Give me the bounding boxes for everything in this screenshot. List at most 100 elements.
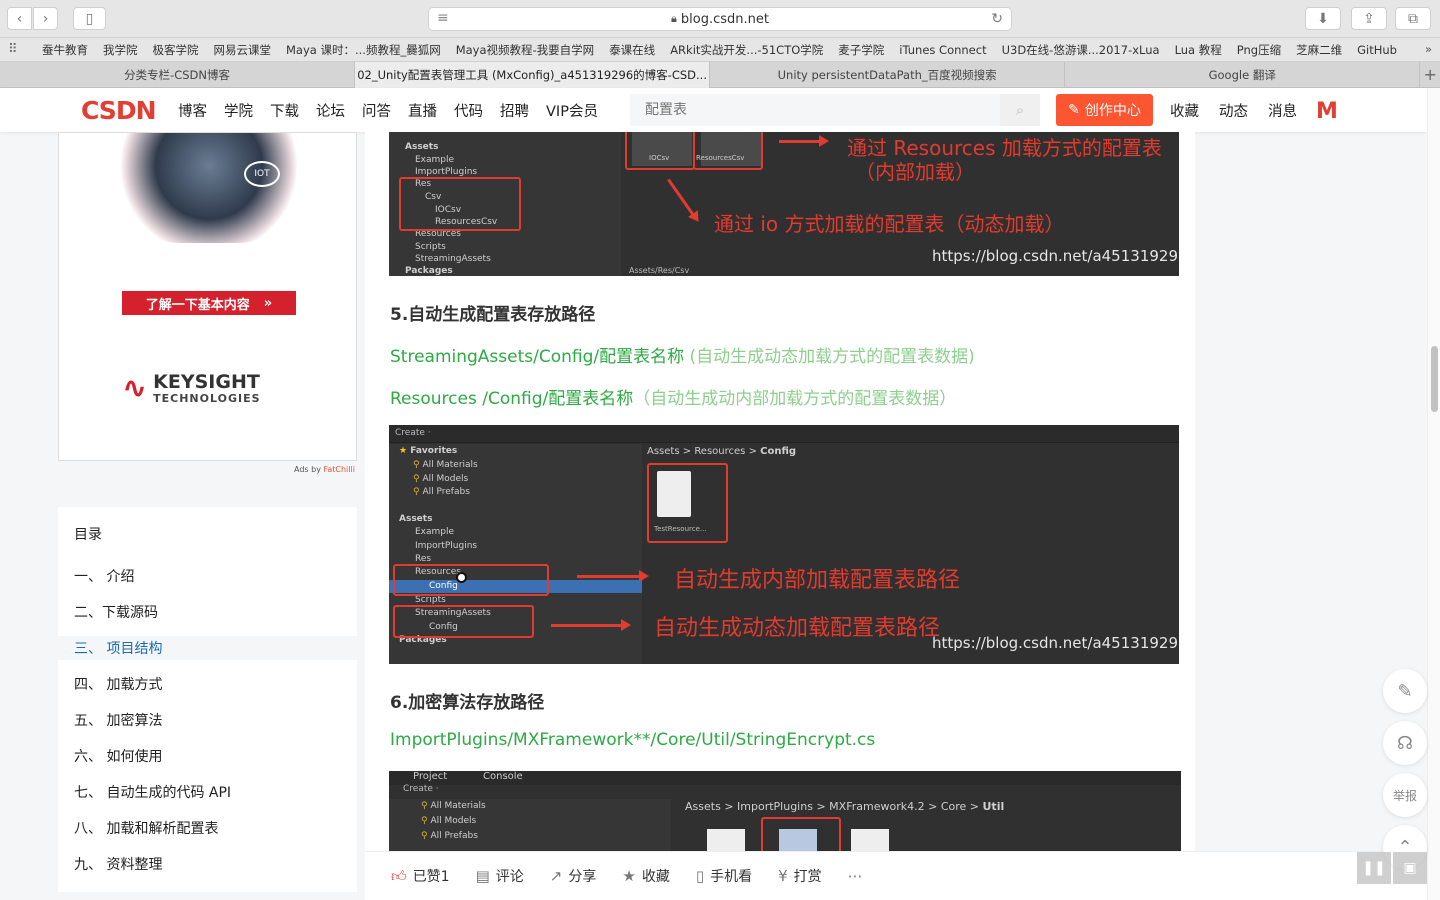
grid-icon[interactable]: ⠿ [8,42,28,57]
annotation-text: （内部加载） [855,160,975,184]
favorite-button[interactable]: ★ 收藏 [622,866,669,886]
main-nav: 博客 学院 下载 论坛 问答 直播 代码 招聘 VIP会员 [178,88,615,132]
toc-item[interactable]: 二、下载源码 [58,600,357,624]
bookmark-item[interactable]: Lua 教程 [1175,42,1222,58]
pip-button[interactable]: ▣ [1393,852,1427,884]
csdn-header: CSDN 博客 学院 下载 论坛 问答 直播 代码 招聘 VIP会员 ⌕ ✎创作… [0,88,1427,132]
nav-item[interactable]: 代码 [454,100,483,121]
ads-vendor[interactable]: FatChilli [323,465,354,474]
unity-toolbar: Create · [389,425,1179,443]
article-image-2[interactable]: Create · ★ Favorites ⚲ All Materials ⚲ A… [389,425,1179,664]
nav-activity[interactable]: 动态 [1219,100,1248,121]
bookmark-item[interactable]: ARkit实战开发...-51CTO学院 [670,42,823,58]
path-text: Resources /Config/配置表名称 [390,389,634,409]
nav-item[interactable]: 直播 [408,100,437,121]
comment-button[interactable]: ▤ 评论 [476,866,524,886]
downloads-button[interactable]: ⬇ [1305,7,1341,30]
bookmark-item[interactable]: U3D在线-悠游课...2017-xLua [1002,42,1160,58]
search-input[interactable] [630,94,990,126]
bookmark-item[interactable]: iTunes Connect [899,43,986,57]
scrollbar-thumb[interactable] [1431,346,1438,412]
share-button[interactable]: ↗ 分享 [550,866,597,886]
tabs-overview-button[interactable]: ⧉ [1395,7,1431,30]
path-paragraph: StreamingAssets/Config/配置表名称 (自动生成动态加载方式… [390,342,975,367]
brand-sub: TECHNOLOGIES [153,392,261,405]
tree-item: Packages [405,266,453,276]
bookmark-item[interactable]: GitHub [1357,43,1397,57]
back-button[interactable]: ‹ [7,7,32,30]
table-of-contents: 目录 一、 介绍 二、下载源码 三、 项目结构 四、 加载方式 五、 加密算法 … [58,507,357,892]
url-text: blog.csdn.net [680,11,769,27]
new-tab-icon[interactable]: + [1420,62,1440,87]
sidebar-icon: ▯ [85,10,94,27]
more-bookmarks-icon[interactable]: » [1425,42,1432,56]
browser-tab[interactable]: 分类专栏-CSDN博客 [0,62,356,88]
create-center-button[interactable]: ✎ 创作中心 [1056,94,1153,126]
watermark: https://blog.csdn.net/a451319296 [932,247,1179,265]
headset-icon: ☊ [1397,732,1413,754]
toc-item[interactable]: 七、 自动生成的代码 API [58,780,357,804]
support-button[interactable]: ☊ [1383,721,1427,765]
toc-item[interactable]: 九、 资料整理 [58,852,357,876]
toc-title: 目录 [74,527,102,543]
browser-tab-active[interactable]: 02_Unity配置表管理工具 (MxConfig)_a451319296的博客… [355,62,711,88]
bookmark-item[interactable]: 芝麻二维 [1296,42,1342,58]
search-icon: ⚲ [413,487,420,497]
like-button[interactable]: 👍︎ 已赞1 [391,866,450,886]
nav-item[interactable]: 学院 [224,100,253,121]
nav-item[interactable]: 博客 [178,100,207,121]
reload-icon[interactable]: ↻ [991,11,1003,27]
mobile-view-button[interactable]: ▯ 手机看 [696,866,752,886]
nav-item[interactable]: 招聘 [500,100,529,121]
path-label: Assets/Res/Csv [629,266,690,275]
search-button[interactable]: ⌕ [1000,94,1040,126]
write-button[interactable]: ✎ [1383,669,1427,713]
bookmark-item[interactable]: Maya 课时：...频教程_爨狐网 [286,42,441,58]
video-pause-button[interactable]: ❚❚ [1357,852,1391,884]
browser-tab[interactable]: Unity persistentDataPath_百度视频搜索 [710,62,1066,88]
reader-icon[interactable]: ≡ [437,10,449,26]
reward-button[interactable]: ¥ 打赏 [778,866,822,886]
forward-button[interactable]: › [33,7,58,30]
bookmark-item[interactable]: 网易云课堂 [214,42,272,58]
avatar[interactable]: M [1316,99,1338,124]
more-button[interactable]: ⋯ [848,867,869,885]
search-icon: ⚲ [421,831,428,841]
ad-banner[interactable]: IOT 了解一下基本内容 » ∿ KEYSIGHT TECHNOLOGIES [58,132,357,461]
nav-item[interactable]: 论坛 [316,100,345,121]
toc-item[interactable]: 四、 加载方式 [58,672,357,696]
bookmark-item[interactable]: 蚕牛教育 [42,42,88,58]
csdn-logo[interactable]: CSDN [81,96,156,125]
toc-item[interactable]: 五、 加密算法 [58,708,357,732]
sidebar-toggle-button[interactable]: ▯ [73,7,106,30]
toc-item[interactable]: 八、 加载和解析配置表 [58,816,357,840]
article-body: Assets Example ImportPlugins Res Csv IOC… [365,132,1195,900]
nav-messages[interactable]: 消息 [1268,100,1297,121]
share-button[interactable]: ⇪ [1351,7,1387,30]
tree-item: Scripts [415,595,446,605]
nav-item[interactable]: 问答 [362,100,391,121]
bookmark-item[interactable]: 极客学院 [153,42,199,58]
address-bar[interactable]: ≡ 🔒︎ blog.csdn.net ↻ [428,7,1012,31]
toc-item[interactable]: 一、 介绍 [58,564,357,588]
page-scrollbar[interactable] [1427,88,1440,900]
ad-cta-button[interactable]: 了解一下基本内容 » [122,291,296,315]
nav-favorites[interactable]: 收藏 [1170,100,1199,121]
article-image-3[interactable]: Project Console Create · ⚲ All Materials… [389,771,1181,851]
path-paragraph: ImportPlugins/MXFramework**/Core/Util/St… [390,730,876,750]
bookmark-item[interactable]: Maya视频教程-我要自学网 [456,42,594,58]
toc-item[interactable]: 六、 如何使用 [58,744,357,768]
path-note: (自动生成动态加载方式的配置表数据) [684,347,975,367]
toc-item-active[interactable]: 三、 项目结构 [58,636,357,660]
bookmark-item[interactable]: 泰课在线 [609,42,655,58]
search-box: ⌕ [630,94,1040,126]
bookmark-item[interactable]: Png压缩 [1237,42,1281,58]
bookmark-item[interactable]: 麦子学院 [838,42,884,58]
browser-tab[interactable]: Google 翻译 [1065,62,1421,88]
nav-item[interactable]: VIP会员 [546,100,598,121]
article-image-1[interactable]: Assets Example ImportPlugins Res Csv IOC… [389,132,1179,276]
report-button[interactable]: 举报 [1383,773,1427,817]
nav-item[interactable]: 下载 [270,100,299,121]
like-label: 已赞1 [412,869,450,885]
bookmark-item[interactable]: 我学院 [103,42,138,58]
